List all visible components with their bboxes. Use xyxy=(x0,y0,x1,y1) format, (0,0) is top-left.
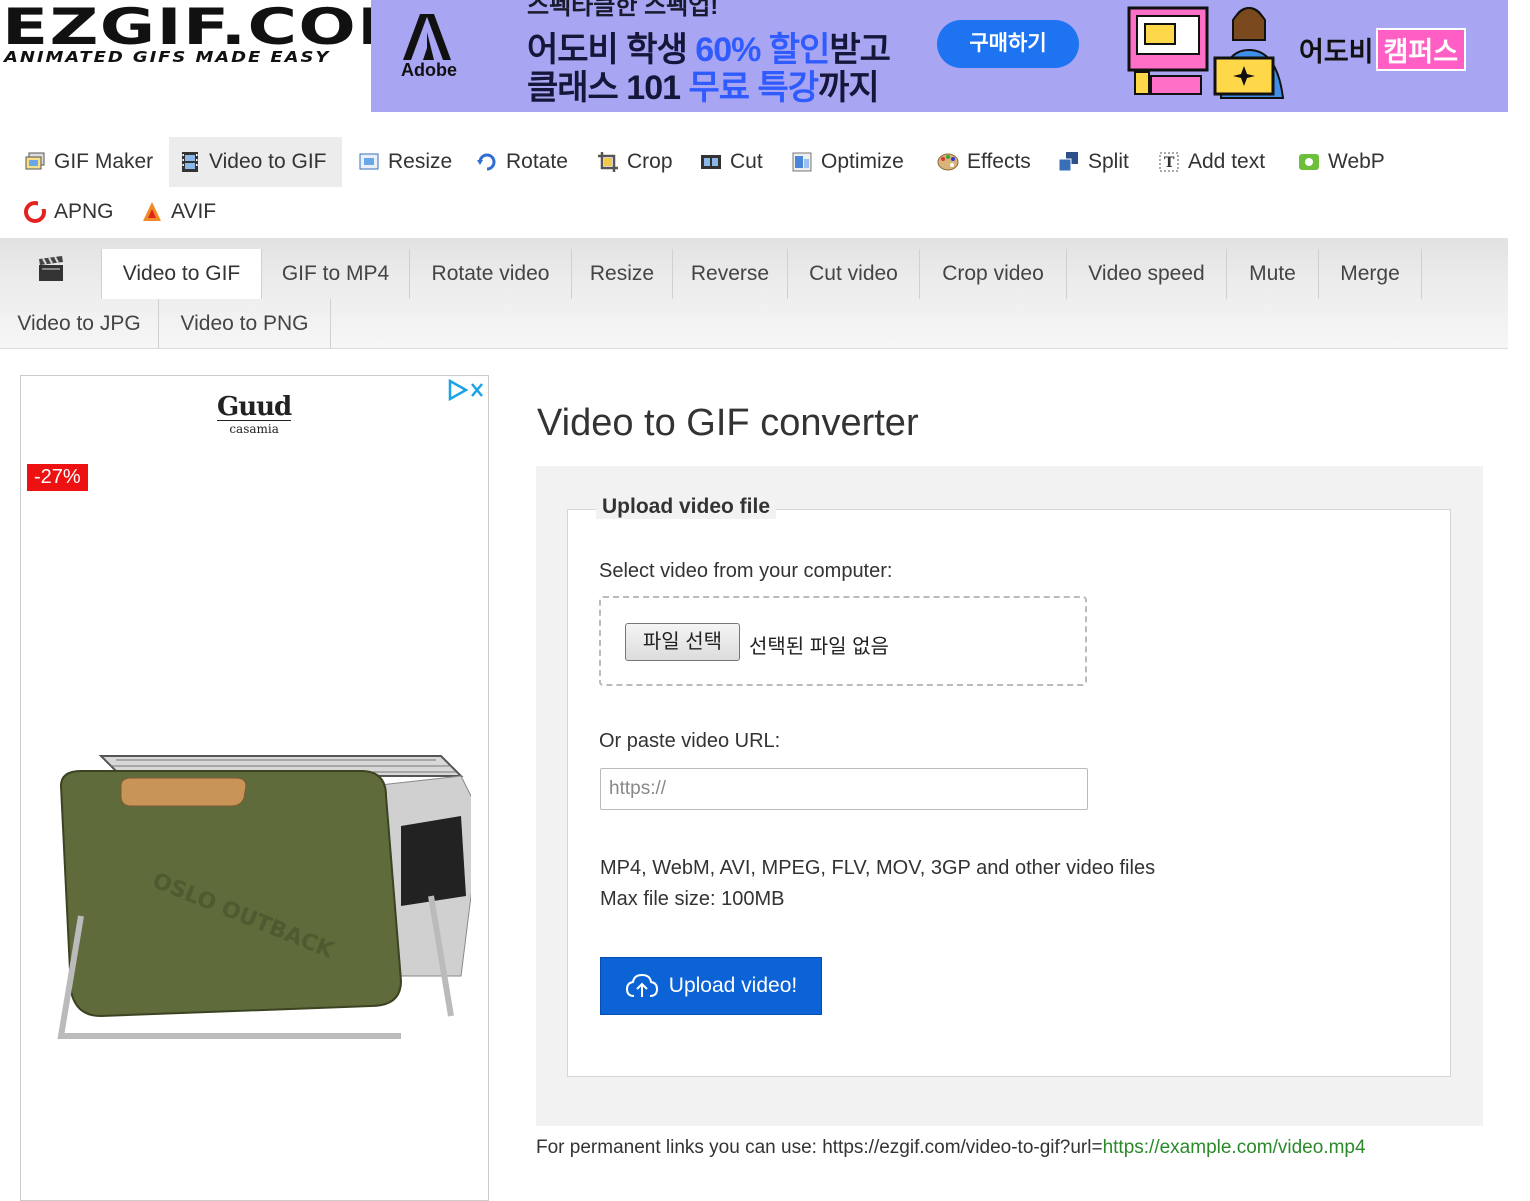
supported-formats-text: MP4, WebM, AVI, MPEG, FLV, MOV, 3GP and … xyxy=(600,857,1156,879)
subnav-video-to-jpg[interactable]: Video to JPG xyxy=(0,299,159,349)
nav-add-text[interactable]: T Add text xyxy=(1148,137,1275,187)
sidebar-ad[interactable]: Guud casamia -27% OSLO OUTBACK xyxy=(20,375,489,1201)
subnav-video-to-png[interactable]: Video to PNG xyxy=(159,299,331,349)
top-ad-banner[interactable]: Adobe 스펙타클한 스펙업! 어도비 학생 60% 할인받고 클래스 101… xyxy=(371,0,1508,112)
select-file-label: Select video from your computer: xyxy=(599,560,893,582)
subnav-mute[interactable]: Mute xyxy=(1227,249,1319,299)
subnav-video-speed[interactable]: Video speed xyxy=(1067,249,1227,299)
cut-icon xyxy=(700,151,722,173)
max-file-size-text: Max file size: 100MB xyxy=(600,888,785,910)
apng-icon xyxy=(24,201,46,223)
ad-choices-icon[interactable] xyxy=(432,378,484,402)
resize-icon xyxy=(358,151,380,173)
url-label: Or paste video URL: xyxy=(599,730,781,752)
example-url: https://example.com/video.mp4 xyxy=(1102,1137,1366,1158)
nav-label: GIF Maker xyxy=(54,150,154,173)
svg-text:T: T xyxy=(1164,155,1175,171)
nav-label: APNG xyxy=(54,200,114,223)
nav-label: Rotate xyxy=(506,150,568,173)
subnav-resize[interactable]: Resize xyxy=(572,249,673,299)
adobe-campus-brand: 어도비 캠퍼스 xyxy=(1299,28,1467,71)
subnav-rotate-video[interactable]: Rotate video xyxy=(410,249,572,299)
subnav-cut-video[interactable]: Cut video xyxy=(788,249,920,299)
nav-label: Video to GIF xyxy=(209,150,327,173)
cloud-upload-icon xyxy=(625,973,658,997)
rotate-icon xyxy=(476,151,498,173)
logo-tagline: ANIMATED GIFS MADE EASY xyxy=(4,48,331,66)
film-icon xyxy=(179,151,201,173)
video-tools-subnav: Video to GIF GIF to MP4 Rotate video Res… xyxy=(0,238,1508,349)
video-url-input[interactable] xyxy=(600,768,1088,810)
ad-brand-logo: Guud casamia xyxy=(217,392,292,436)
page-title: Video to GIF converter xyxy=(537,402,919,444)
webp-icon xyxy=(1298,151,1320,173)
palette-icon xyxy=(937,151,959,173)
avif-icon xyxy=(141,201,163,223)
gif-maker-icon xyxy=(24,151,46,173)
nav-label: Optimize xyxy=(821,150,904,173)
clapperboard-icon xyxy=(39,256,63,281)
banner-headline-top: 스펙타클한 스펙업! xyxy=(527,0,719,20)
student-laptop-illustration xyxy=(1127,6,1285,99)
banner-headline-line2: 클래스 101 무료 특강까지 xyxy=(527,69,880,107)
optimize-icon xyxy=(791,151,813,173)
upload-button-label: Upload video! xyxy=(668,974,798,997)
logo-title: EZGIF.COM xyxy=(2,0,426,56)
upload-panel: Upload video file Select video from your… xyxy=(536,466,1483,1126)
subnav-merge[interactable]: Merge xyxy=(1319,249,1422,299)
upload-legend: Upload video file xyxy=(596,495,777,519)
site-logo[interactable]: EZGIF.COM ANIMATED GIFS MADE EASY xyxy=(0,0,424,112)
banner-buy-button[interactable]: 구매하기 xyxy=(937,20,1079,68)
nav-label: Split xyxy=(1088,150,1129,173)
choose-file-button[interactable]: 파일 선택 xyxy=(625,623,740,661)
subnav-reverse[interactable]: Reverse xyxy=(673,249,788,299)
permanent-link-hint: For permanent links you can use: https:/… xyxy=(536,1137,1366,1158)
file-dropzone[interactable]: 파일 선택 선택된 파일 없음 xyxy=(599,596,1087,686)
nav-label: Resize xyxy=(388,150,453,173)
no-file-selected-text: 선택된 파일 없음 xyxy=(749,636,889,658)
upload-video-button[interactable]: Upload video! xyxy=(600,957,822,1015)
discount-badge: -27% xyxy=(27,464,88,491)
subnav-crop-video[interactable]: Crop video xyxy=(920,249,1067,299)
nav-video-to-gif[interactable]: Video to GIF xyxy=(169,137,342,187)
nav-webp[interactable]: WebP xyxy=(1288,137,1395,187)
adobe-wordmark: Adobe xyxy=(401,60,457,80)
nav-avif[interactable]: AVIF xyxy=(131,187,226,237)
portable-grill-product-image: OSLO OUTBACK xyxy=(57,755,471,1039)
nav-label: Effects xyxy=(967,150,1031,173)
nav-apng[interactable]: APNG xyxy=(14,187,124,237)
add-text-icon: T xyxy=(1158,151,1180,173)
nav-crop[interactable]: Crop xyxy=(587,137,683,187)
upload-fieldset: Upload video file Select video from your… xyxy=(567,495,1451,1077)
nav-resize[interactable]: Resize xyxy=(348,137,462,187)
nav-label: AVIF xyxy=(171,200,217,223)
nav-label: Add text xyxy=(1188,150,1266,173)
nav-label: WebP xyxy=(1328,150,1385,173)
nav-rotate[interactable]: Rotate xyxy=(466,137,578,187)
split-icon xyxy=(1058,151,1080,173)
nav-split[interactable]: Split xyxy=(1048,137,1139,187)
nav-optimize[interactable]: Optimize xyxy=(781,137,914,187)
subnav-video-to-gif[interactable]: Video to GIF xyxy=(101,249,262,299)
nav-cut[interactable]: Cut xyxy=(690,137,773,187)
crop-icon xyxy=(597,151,619,173)
subnav-gif-to-mp4[interactable]: GIF to MP4 xyxy=(262,249,410,299)
nav-gif-maker[interactable]: GIF Maker xyxy=(14,137,163,187)
nav-effects[interactable]: Effects xyxy=(927,137,1041,187)
nav-label: Cut xyxy=(730,150,763,173)
nav-label: Crop xyxy=(627,150,673,173)
